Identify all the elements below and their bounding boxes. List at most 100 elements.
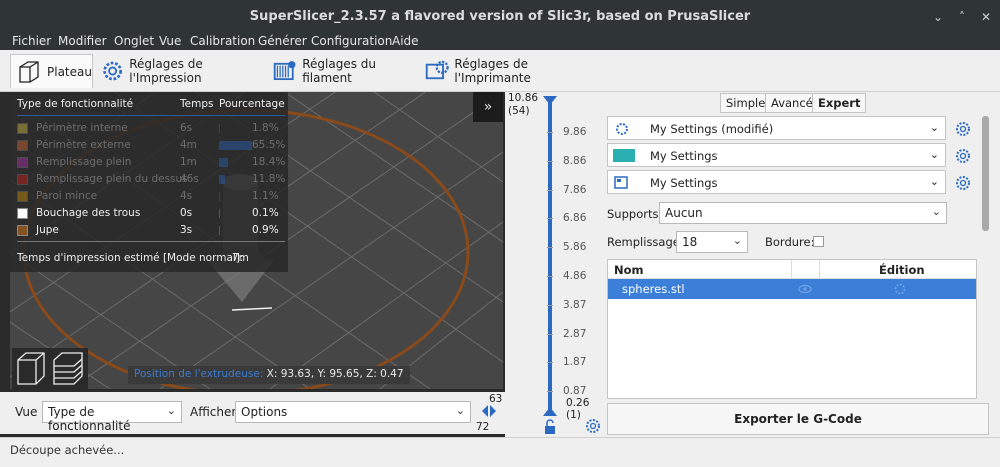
- filament-preset-select[interactable]: My Settings ⌄: [607, 143, 946, 167]
- layer-tick-mark: [547, 333, 553, 335]
- layer-top-index: (54): [508, 105, 530, 117]
- infill-select[interactable]: 18 ⌄: [676, 231, 748, 253]
- printer-settings-icon: [425, 60, 449, 80]
- status-text: Découpe achevée...: [10, 443, 125, 457]
- maximize-button[interactable]: ˄: [954, 9, 970, 25]
- tab-printer-settings[interactable]: Réglages de l'Imprimante: [424, 54, 594, 88]
- chevron-down-icon: ⌄: [929, 175, 939, 188]
- preview-3d-canvas[interactable]: Type de fonctionnalité Temps Pourcentage…: [10, 92, 503, 389]
- sidebar-scrollbar[interactable]: [982, 116, 989, 231]
- layer-bottom-thumb[interactable]: [541, 406, 559, 418]
- infill-label: Remplissage:: [607, 235, 684, 249]
- brim-checkbox[interactable]: [813, 236, 824, 247]
- tab-plateau[interactable]: Plateau: [10, 54, 93, 88]
- chevron-down-icon: ⌄: [166, 404, 176, 417]
- legend-color-swatch: [17, 140, 28, 151]
- legend-row[interactable]: Remplissage plein du dessus 46s 11.8%: [10, 171, 288, 188]
- legend-feature-percent: 18.4%: [252, 156, 286, 168]
- show-options-select[interactable]: Options ⌄: [235, 401, 471, 423]
- legend-feature-percent: 1.1%: [252, 190, 279, 202]
- print-preset-value: My Settings (modifié): [650, 122, 774, 136]
- layer-slider-track[interactable]: [548, 102, 552, 412]
- layer-tick-label: 6.86: [563, 212, 587, 225]
- legend-row[interactable]: Bouchage des trous 0s 0.1%: [10, 205, 288, 222]
- layer-tick-label: 7.86: [563, 183, 587, 196]
- legend-feature-name: Bouchage des trous: [36, 207, 141, 219]
- legend-color-swatch: [17, 157, 28, 168]
- lock-icon[interactable]: [543, 419, 557, 435]
- view-type-select[interactable]: Type de fonctionnalité ⌄: [42, 401, 182, 433]
- tab-filament-settings-label: Réglages du filament: [302, 57, 377, 85]
- legend-feature-name: Paroi mince: [36, 190, 98, 202]
- menu-calibration[interactable]: Calibration: [190, 34, 255, 48]
- object-name: spheres.stl: [622, 282, 685, 296]
- close-button[interactable]: ✕: [978, 9, 994, 25]
- supports-value: Aucun: [665, 206, 703, 220]
- column-divider: [819, 260, 820, 279]
- legend-divider: [17, 115, 285, 116]
- legend-row[interactable]: Périmètre interne 6s 1.8%: [10, 120, 288, 137]
- tab-plateau-label: Plateau: [47, 64, 92, 79]
- menu-fichier[interactable]: Fichier: [12, 34, 51, 48]
- menu-modifier[interactable]: Modifier: [58, 34, 107, 48]
- legend-percent-bar: [219, 158, 228, 167]
- menu-aide[interactable]: Aide: [392, 34, 419, 48]
- legend-feature-name: Périmètre externe: [36, 139, 131, 151]
- menu-onglet[interactable]: Onglet: [114, 34, 154, 48]
- column-divider: [791, 260, 792, 279]
- mode-expert-button[interactable]: Expert: [812, 93, 867, 113]
- chevron-down-icon: ⌄: [455, 404, 465, 417]
- legend-feature-time: 0s: [180, 207, 193, 219]
- object-row[interactable]: spheres.stl: [608, 279, 976, 299]
- supports-select[interactable]: Aucun ⌄: [659, 202, 947, 224]
- legend-feature-time: 6s: [180, 122, 193, 134]
- legend-feature-name: Périmètre interne: [36, 122, 128, 134]
- print-preset-select[interactable]: My Settings (modifié) ⌄: [607, 116, 946, 140]
- estimated-time-label: Temps d'impression estimé [Mode normal]:: [17, 252, 244, 264]
- column-name-header[interactable]: Nom: [614, 263, 644, 277]
- print-preset-gear-icon[interactable]: [955, 121, 971, 137]
- filament-preset-gear-icon[interactable]: [955, 148, 971, 164]
- minimize-button[interactable]: ⌄: [930, 9, 946, 25]
- tab-filament-settings[interactable]: Réglages du filament: [272, 54, 417, 88]
- legend-row[interactable]: Périmètre externe 4m 65.5%: [10, 137, 288, 154]
- column-edit-header[interactable]: Édition: [879, 263, 925, 277]
- layer-tick-mark: [547, 132, 553, 133]
- layer-tick-mark: [547, 218, 553, 220]
- mode-advanced-button[interactable]: Avancé: [765, 93, 819, 113]
- 3d-view-icon: [17, 352, 45, 385]
- infill-value: 18: [682, 235, 698, 249]
- legend-percent-bar: [219, 124, 220, 133]
- status-bar: Découpe achevée...: [0, 437, 1000, 467]
- legend-percent-bar: [219, 192, 220, 201]
- menu-vue[interactable]: Vue: [159, 34, 181, 48]
- legend-row[interactable]: Jupe 3s 0.9%: [10, 222, 288, 239]
- eye-icon[interactable]: [798, 283, 812, 295]
- menu-generer[interactable]: Générer: [258, 34, 307, 48]
- chevron-down-icon: ⌄: [931, 205, 941, 218]
- view-type-value: Type de fonctionnalité: [48, 405, 131, 433]
- mode-simple-button[interactable]: Simple: [720, 93, 772, 113]
- tab-print-settings[interactable]: Réglages de l'Impression: [101, 54, 263, 88]
- legend-row[interactable]: Paroi mince 4s 1.1%: [10, 188, 288, 205]
- settings-sidebar: Simple Avancé Expert My Settings (modifi…: [605, 92, 1000, 437]
- collapse-sidebar-button[interactable]: »: [473, 92, 503, 122]
- legend-feature-percent: 0.9%: [252, 224, 279, 236]
- extruder-position-coords: X: 93.63, Y: 95.65, Z: 0.47: [266, 368, 404, 380]
- export-gcode-button[interactable]: Exporter le G-Code: [607, 403, 989, 435]
- horizontal-slider-thumb[interactable]: [480, 404, 498, 418]
- legend-feature-percent: 1.8%: [252, 122, 279, 134]
- layer-settings-gear-icon[interactable]: [585, 418, 601, 434]
- layer-top-thumb[interactable]: [541, 94, 559, 106]
- legend-color-swatch: [17, 225, 28, 236]
- object-settings-icon[interactable]: [893, 282, 907, 296]
- menu-configuration[interactable]: Configuration: [311, 34, 392, 48]
- legend-row[interactable]: Remplissage plein 1m 18.4%: [10, 154, 288, 171]
- printer-preset-gear-icon[interactable]: [955, 175, 971, 191]
- layer-tick-mark: [547, 276, 553, 277]
- printer-preset-select[interactable]: My Settings ⌄: [607, 170, 946, 194]
- print-settings-gear-icon: [103, 61, 123, 81]
- title-bar: SuperSlicer_2.3.57 a flavored version of…: [0, 0, 1000, 34]
- layer-tick-label: 9.86: [563, 126, 587, 138]
- legend-percent-bar: [219, 226, 220, 235]
